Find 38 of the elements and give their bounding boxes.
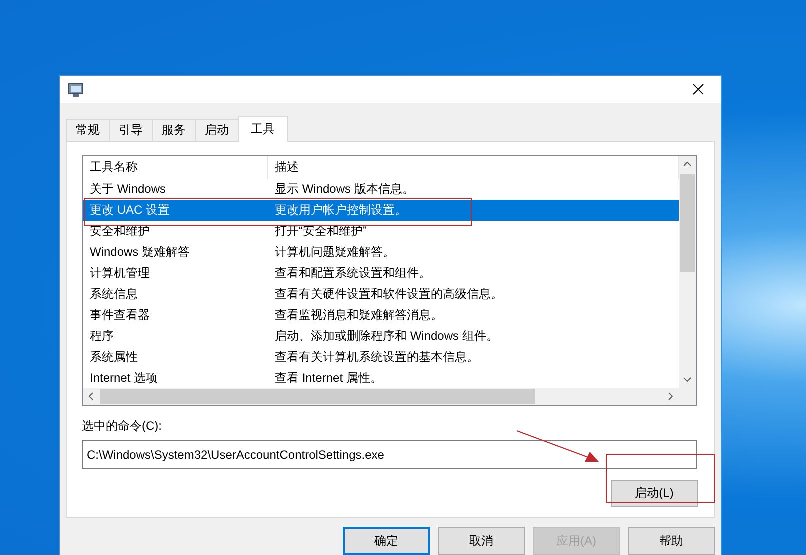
- tool-name: 系统信息: [89, 286, 139, 303]
- column-header[interactable]: 工具名称: [83, 156, 268, 179]
- list-row[interactable]: Internet 选项 查看 Internet 属性。: [83, 368, 679, 388]
- dialog-button[interactable]: 确定: [343, 527, 430, 555]
- tool-description: 显示 Windows 版本信息。: [274, 181, 416, 198]
- tool-description: 查看有关硬件设置和软件设置的高级信息。: [274, 286, 504, 303]
- list-row[interactable]: 系统属性 查看有关计算机系统设置的基本信息。: [83, 347, 679, 368]
- list-row[interactable]: 更改 UAC 设置 更改用户帐户控制设置。: [83, 200, 679, 221]
- command-field[interactable]: C:\Windows\System32\UserAccountControlSettings.exe: [82, 440, 697, 469]
- tool-description: 启动、添加或删除程序和 Windows 组件。: [274, 328, 500, 345]
- tab[interactable]: 工具: [238, 116, 288, 142]
- tool-description: 查看有关计算机系统设置的基本信息。: [274, 349, 480, 366]
- tool-name: Windows 疑难解答: [89, 244, 192, 261]
- tab[interactable]: 常规: [66, 119, 110, 141]
- tool-name: 程序: [89, 328, 115, 345]
- tool-name: 系统属性: [89, 349, 139, 366]
- dialog-button[interactable]: 帮助: [628, 527, 715, 555]
- tool-name: Internet 选项: [89, 370, 160, 387]
- tool-name: 事件查看器: [89, 307, 151, 324]
- tool-name: 计算机管理: [89, 265, 151, 282]
- list-row[interactable]: 系统信息 查看有关硬件设置和软件设置的高级信息。: [83, 284, 679, 305]
- tool-description: 查看监视消息和疑难解答消息。: [274, 307, 444, 324]
- list-row[interactable]: 计算机管理 查看和配置系统设置和组件。: [83, 263, 679, 284]
- close-icon: [692, 84, 704, 95]
- list-row[interactable]: 事件查看器 查看监视消息和疑难解答消息。: [83, 305, 679, 326]
- tool-name: 关于 Windows: [89, 181, 168, 198]
- computer-icon: [68, 82, 84, 98]
- list-row[interactable]: 关于 Windows 显示 Windows 版本信息。: [83, 179, 679, 200]
- tool-description: 查看和配置系统设置和组件。: [274, 265, 432, 282]
- tool-description: 计算机问题疑难解答。: [274, 244, 396, 261]
- list-row[interactable]: Windows 疑难解答 计算机问题疑难解答。: [83, 242, 679, 263]
- tool-description: 查看 Internet 属性。: [274, 370, 384, 387]
- tool-description: 更改用户帐户控制设置。: [274, 202, 408, 219]
- launch-button[interactable]: 启动(L): [611, 480, 698, 507]
- field-label: 选中的命令(C):: [82, 418, 163, 435]
- tool-name: 更改 UAC 设置: [89, 202, 172, 219]
- dialog-button[interactable]: 取消: [438, 527, 525, 555]
- list-row[interactable]: 程序 启动、添加或删除程序和 Windows 组件。: [83, 326, 679, 347]
